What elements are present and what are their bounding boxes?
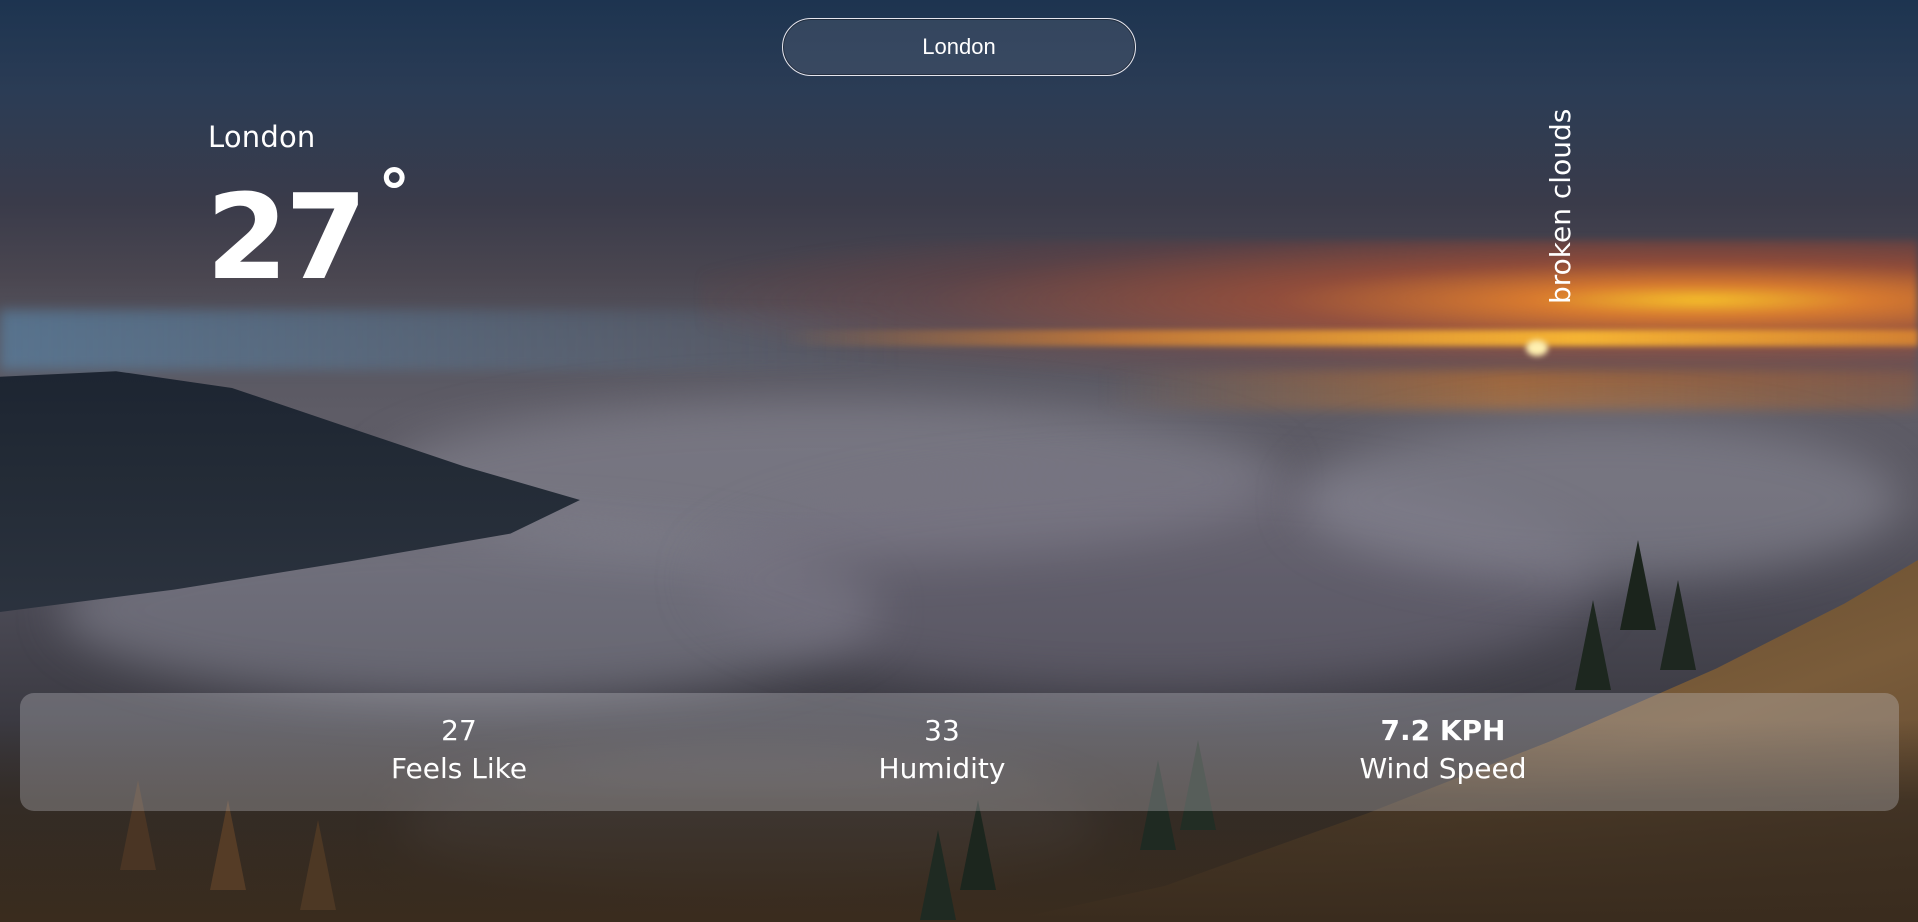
city-search-input[interactable] [807,33,1111,61]
tree [1660,580,1696,670]
stat-wind-speed: 7.2 KPH Wind Speed [1359,713,1526,789]
sunset-line [780,330,1918,346]
wind-speed-value: 7.2 KPH [1380,714,1506,747]
sunset-glow [700,240,1918,390]
humidity-label: Humidity [878,752,1006,785]
temperature-display: 27 ° [206,162,410,306]
sunset-reflection [1100,370,1918,410]
tree [210,800,246,890]
stat-feels-like: 27 Feels Like [391,713,527,789]
sun [1526,340,1548,356]
feels-like-value: 27 [441,714,477,747]
tree [1620,540,1656,630]
tree [960,800,996,890]
degree-symbol: ° [378,157,410,231]
stats-bar: 27 Feels Like 33 Humidity 7.2 KPH Wind S… [20,693,1899,811]
search-box[interactable] [782,18,1136,76]
weather-description: broken clouds [1544,108,1577,304]
app-root: London 27 ° broken clouds 27 Feels Like … [0,0,1918,922]
tree [1575,600,1611,690]
tree [300,820,336,910]
temperature-value: 27 [206,168,367,306]
wind-speed-label: Wind Speed [1359,752,1527,785]
humidity-value: 33 [924,714,960,747]
city-name: London [208,120,316,154]
fog-cloud [1300,420,1900,580]
feels-like-label: Feels Like [390,752,528,785]
tree [920,830,956,920]
stat-humidity: 33 Humidity [879,713,1006,789]
